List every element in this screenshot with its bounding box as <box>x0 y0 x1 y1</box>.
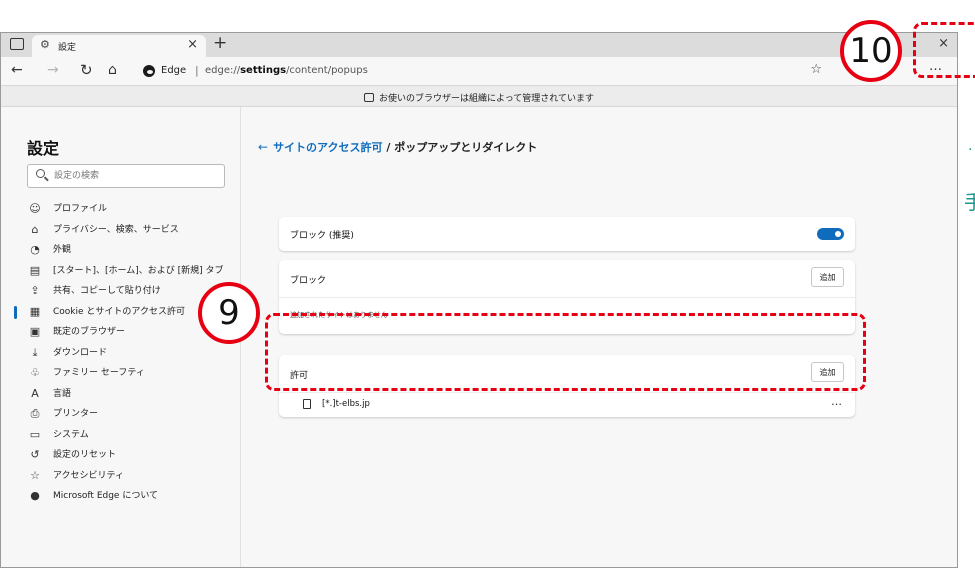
sidebar-item-icon: A <box>31 386 39 400</box>
sidebar-item-label: アクセシビリティ <box>53 470 125 481</box>
browser-window: ⚙ 設定 × + × ← → ↻ ⌂ Edge | edge://setting… <box>0 32 958 568</box>
callout-10: 10 <box>840 20 902 82</box>
favorites-star-icon[interactable]: ☆ <box>810 62 822 77</box>
block-add-button[interactable]: 追加 <box>811 267 844 287</box>
tab-actions-icon[interactable] <box>10 38 24 50</box>
settings-search[interactable] <box>27 164 225 188</box>
sidebar-item[interactable]: ◔ 外観 <box>27 240 241 261</box>
url-prefix: edge:// <box>205 65 241 76</box>
forward-arrow-icon[interactable]: → <box>47 62 59 78</box>
breadcrumb-current: / ポップアップとリダイレクト <box>382 141 538 154</box>
sidebar-item-label: Microsoft Edge について <box>53 491 159 501</box>
edge-text-fragment: 手 <box>964 190 975 214</box>
address-bar[interactable]: Edge | edge://settings/content/popups <box>137 60 847 82</box>
home-icon[interactable]: ⌂ <box>108 62 117 78</box>
sidebar-item[interactable]: ⌂ プライバシー、検索、サービス <box>27 220 241 241</box>
browser-toolbar: ← → ↻ ⌂ Edge | edge://settings/content/p… <box>1 57 957 85</box>
sidebar-item[interactable]: ⎙ プリンター <box>27 404 241 425</box>
page-icon <box>303 399 311 409</box>
tab-settings[interactable]: ⚙ 設定 × <box>32 35 206 57</box>
sidebar-item[interactable]: ▤ [スタート]、[ホーム]、および [新規] タブ <box>27 261 241 282</box>
sidebar-item-label: プロファイル <box>53 204 108 214</box>
sidebar-item-label: [スタート]、[ホーム]、および [新規] タブ <box>53 265 224 276</box>
sidebar-item-label: 言語 <box>53 388 72 399</box>
sidebar-item-label: プリンター <box>53 409 99 419</box>
sidebar-item-label: プライバシー、検索、サービス <box>53 224 179 235</box>
edge-logo-icon <box>143 65 155 77</box>
sidebar-item-icon: ⎙ <box>30 407 40 420</box>
address-app-label: Edge <box>161 65 187 76</box>
sidebar-item-label: 設定のリセット <box>53 450 117 460</box>
search-input[interactable] <box>54 167 219 185</box>
back-arrow-icon[interactable]: ← <box>11 62 23 78</box>
settings-sidebar: 設定 ☺ プロファイル ⌂ プライバシー、検索、サービス ◔ 外観 ▤ [スタート]、[ホーム… <box>1 107 241 567</box>
block-toggle-label: ブロック (推奨) <box>290 231 354 241</box>
allowed-site: [*.]t-elbs.jp <box>322 399 370 409</box>
tab-strip: ⚙ 設定 × + × <box>1 33 957 57</box>
sidebar-item[interactable]: ☆ アクセシビリティ <box>27 466 241 487</box>
tab-close-icon[interactable]: × <box>187 37 198 52</box>
sidebar-item-label: ファミリー セーフティ <box>53 368 145 378</box>
sidebar-item[interactable]: ♧ ファミリー セーフティ <box>27 363 241 384</box>
banner-text: お使いのブラウザーは組織によって管理されています <box>378 94 594 104</box>
back-arrow-icon[interactable]: ← <box>258 140 268 154</box>
sidebar-item-icon: ☺ <box>29 202 41 215</box>
sidebar-item-label: 既定のブラウザー <box>53 327 126 337</box>
page-title: 設定 <box>27 139 60 158</box>
divider <box>279 297 855 298</box>
sidebar-item-icon: ▤ <box>29 263 41 277</box>
url-suffix: /content/popups <box>286 65 368 76</box>
toggle-knob <box>835 231 841 237</box>
sidebar-item-icon: ▣ <box>29 325 41 338</box>
sidebar-item-icon: ▭ <box>29 427 41 441</box>
site-more-icon[interactable]: … <box>831 395 843 408</box>
sidebar-item-icon: ☆ <box>30 468 40 482</box>
sidebar-item-label: ダウンロード <box>53 347 108 358</box>
sidebar-item[interactable]: ● Microsoft Edge について <box>27 486 241 507</box>
sidebar-nav: ☺ プロファイル ⌂ プライバシー、検索、サービス ◔ 外観 ▤ [スタート]、[ホーム]、お… <box>14 199 241 507</box>
sidebar-item-icon: ◔ <box>30 243 40 256</box>
managed-banner: お使いのブラウザーは組織によって管理されています <box>1 85 957 107</box>
sidebar-item-label: システム <box>53 429 89 440</box>
sidebar-item-icon: ▦ <box>29 304 41 318</box>
sidebar-item-icon: ⇪ <box>30 284 40 297</box>
sidebar-item-icon: ♧ <box>30 366 40 379</box>
sidebar-item-label: 外観 <box>53 245 72 255</box>
sidebar-item-label: Cookie とサイトのアクセス許可 <box>53 306 185 317</box>
sidebar-item[interactable]: ▭ システム <box>27 425 241 446</box>
block-list-title: ブロック <box>290 276 327 286</box>
breadcrumb-link[interactable]: サイトのアクセス許可 <box>273 141 382 154</box>
callout-9: 9 <box>198 282 260 344</box>
refresh-icon[interactable]: ↻ <box>80 61 93 79</box>
new-tab-button[interactable]: + <box>213 33 227 53</box>
block-toggle-card: ブロック (推奨) <box>279 217 855 251</box>
briefcase-icon <box>363 93 374 102</box>
breadcrumb: ← サイトのアクセス許可 / ポップアップとリダイレクト <box>258 139 537 155</box>
tab-title: 設定 <box>58 43 77 53</box>
sidebar-item-icon: ⌂ <box>31 222 39 236</box>
annotation-box-menu <box>913 22 975 78</box>
sidebar-item-icon: ↺ <box>30 448 40 461</box>
screenshot-root: ⚙ 設定 × + × ← → ↻ ⌂ Edge | edge://setting… <box>0 0 975 568</box>
search-icon <box>36 169 45 178</box>
sidebar-item[interactable]: ☺ プロファイル <box>27 199 241 220</box>
address-separator: | <box>195 64 199 77</box>
url-bold: settings <box>240 65 287 76</box>
sidebar-item[interactable]: A 言語 <box>27 384 241 405</box>
sidebar-item-icon: ● <box>30 489 40 502</box>
address-url[interactable]: edge://settings/content/popups <box>205 65 368 76</box>
sidebar-item-icon: ⤓ <box>32 345 38 359</box>
sidebar-item[interactable]: ⤓ ダウンロード <box>27 343 241 364</box>
sidebar-item-label: 共有、コピーして貼り付け <box>53 286 161 296</box>
divider <box>279 392 855 393</box>
annotation-box-allow <box>265 313 866 391</box>
gear-icon: ⚙ <box>40 38 50 51</box>
edge-text-fragment: · <box>968 142 973 158</box>
block-toggle[interactable] <box>817 228 844 240</box>
sidebar-item[interactable]: ↺ 設定のリセット <box>27 445 241 466</box>
